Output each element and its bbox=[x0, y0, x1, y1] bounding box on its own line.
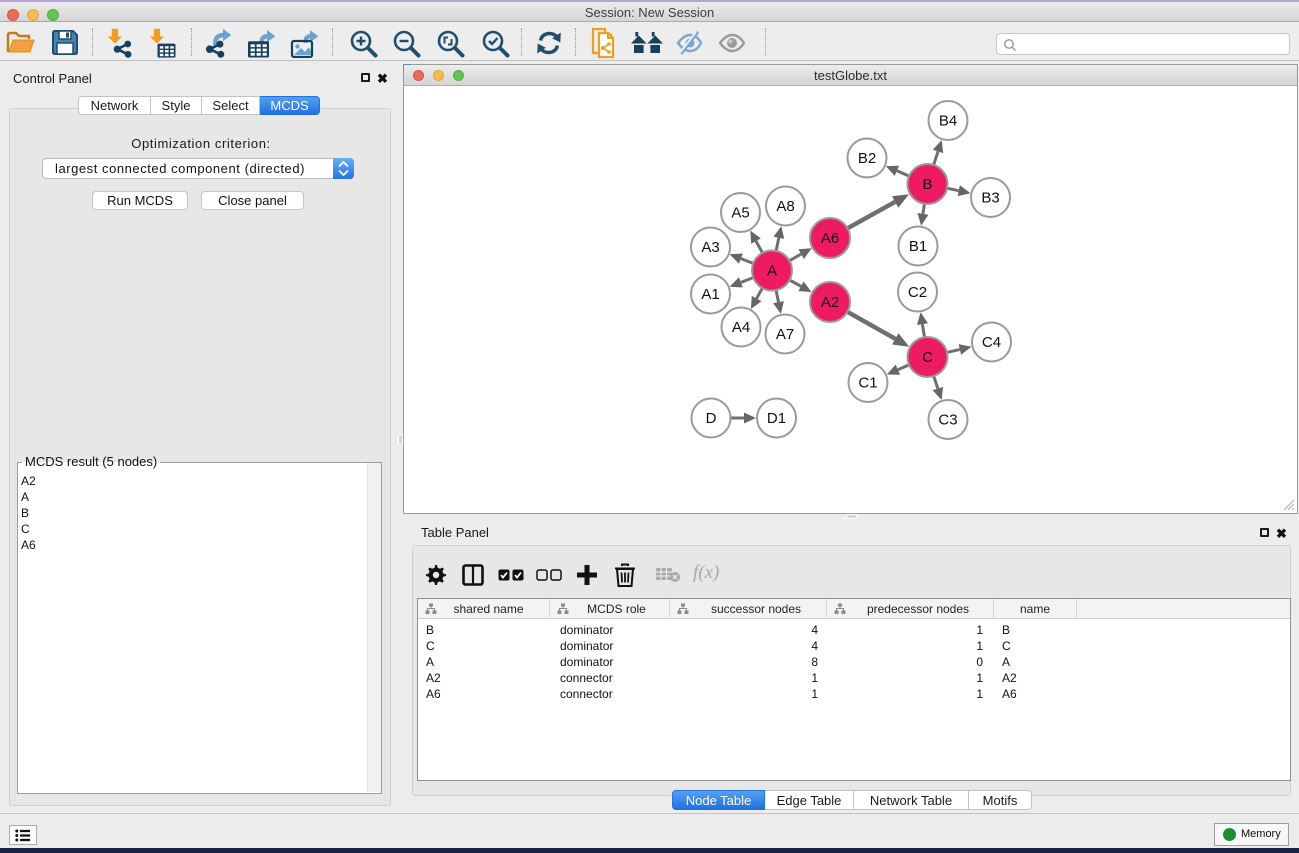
svg-text:C2: C2 bbox=[908, 284, 927, 301]
svg-text:A5: A5 bbox=[731, 205, 749, 222]
svg-text:B1: B1 bbox=[909, 238, 927, 255]
svg-text:B4: B4 bbox=[939, 113, 957, 130]
svg-text:A3: A3 bbox=[701, 239, 719, 256]
svg-text:B2: B2 bbox=[858, 150, 876, 167]
svg-text:A7: A7 bbox=[776, 326, 794, 343]
svg-text:B: B bbox=[922, 176, 932, 193]
svg-text:D1: D1 bbox=[767, 410, 786, 427]
svg-text:A8: A8 bbox=[776, 198, 794, 215]
svg-text:A: A bbox=[767, 263, 777, 280]
svg-text:A6: A6 bbox=[821, 230, 839, 247]
svg-text:A2: A2 bbox=[821, 294, 839, 311]
svg-text:D: D bbox=[706, 410, 717, 427]
svg-text:C3: C3 bbox=[938, 412, 957, 429]
svg-text:B3: B3 bbox=[981, 190, 999, 207]
svg-text:C1: C1 bbox=[858, 375, 877, 392]
svg-text:A4: A4 bbox=[732, 319, 750, 336]
svg-text:A1: A1 bbox=[701, 286, 719, 303]
svg-text:C4: C4 bbox=[982, 334, 1001, 351]
svg-text:C: C bbox=[922, 349, 933, 366]
